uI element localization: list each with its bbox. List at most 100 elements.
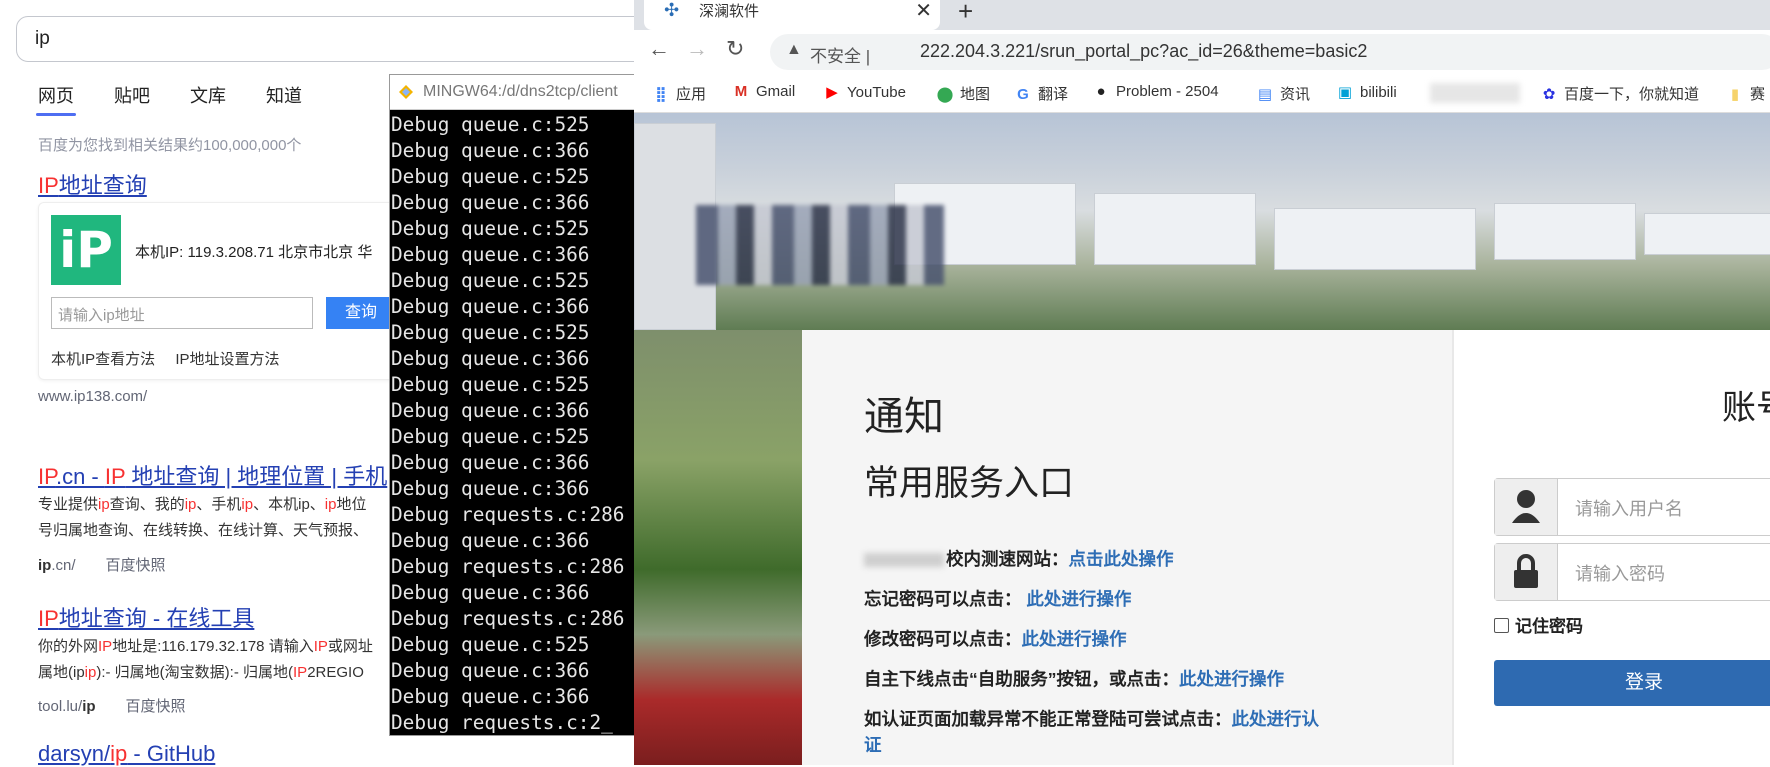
login-title: 账号 [1722, 389, 1770, 427]
title-text: - GitHub [127, 741, 216, 766]
desc-text: ):- 归属地(淘宝数据):- 归属地( [96, 664, 294, 681]
row-text: 自主下线点击“自助服务”按钮，或点击： [864, 669, 1179, 689]
ip-address-input[interactable]: 请输入ip地址 [51, 297, 313, 329]
reload-auth-link-cont[interactable]: 证 [864, 735, 882, 755]
bookmark-label: 百度一下，你就知道 [1564, 86, 1700, 103]
baidu-search-input[interactable]: ip [16, 16, 656, 62]
result-title-ip138[interactable]: IP地址查询 [38, 168, 147, 200]
back-icon[interactable]: ← [648, 36, 670, 62]
link-local-ip-method[interactable]: 本机IP查看方法 [51, 351, 155, 368]
desc-keyword: IP [313, 638, 328, 655]
service-row-reload-cont: 证 [864, 732, 882, 757]
change-password-link[interactable]: 此处进行操作 [1022, 629, 1127, 649]
snapshot-link[interactable]: 百度快照 [106, 557, 166, 574]
bookmark-label: Gmail [756, 83, 796, 100]
terminal-line: Debug queue.c:366 [391, 191, 590, 214]
close-tab-icon[interactable]: ✕ [915, 0, 932, 23]
new-tab-icon[interactable]: + [958, 0, 973, 27]
url-text[interactable]: 222.204.3.221/srun_portal_pc?ac_id=26&th… [920, 41, 1367, 62]
desc-text: 查询、我的 [109, 496, 185, 513]
desc-text: 、本机ip、 [253, 496, 325, 513]
remember-checkbox[interactable] [1494, 618, 1509, 633]
browser-toolbar: ← → ↻ ▲ 不安全 | 222.204.3.221/srun_portal_… [634, 30, 1770, 72]
row-text: 修改密码可以点击： [864, 629, 1022, 649]
login-button[interactable]: 登录 [1494, 660, 1770, 706]
ip-query-button[interactable]: 查询 [326, 297, 396, 329]
bookmark-baidu[interactable]: ✿ 百度一下，你就知道 [1540, 83, 1699, 104]
bookmark-problem[interactable]: ● Problem - 2504 [1092, 83, 1218, 100]
self-logout-link[interactable]: 此处进行操作 [1179, 669, 1284, 689]
terminal-line: Debug queue.c:366 [391, 659, 590, 682]
remember-label: 记住密码 [1515, 617, 1583, 636]
baidu-tabs: 网页 贴吧 文库 知道 [36, 82, 342, 116]
bookmark-maps[interactable]: ⬤ 地图 [936, 83, 990, 104]
obscured-text [864, 553, 944, 568]
result-url-ipcn[interactable]: ip.cn/百度快照 [38, 554, 166, 575]
url-text: tool.lu/ [38, 698, 83, 715]
bookmark-translate[interactable]: G 翻译 [1014, 83, 1068, 104]
local-ip-text: 本机IP: 119.3.208.71 北京市北京 华 [135, 244, 373, 261]
title-keyword: IP [38, 464, 56, 489]
desc-text: 你的外网 [38, 638, 99, 655]
bookmark-label: YouTube [847, 84, 906, 101]
desc-text: 专业提供 [38, 496, 99, 513]
bookmark-apps[interactable]: ⣿ 应用 [652, 83, 706, 104]
speedtest-link[interactable]: 点击此处操作 [1069, 549, 1174, 569]
terminal-line: Debug queue.c:366 [391, 347, 590, 370]
git-bash-icon [399, 85, 413, 99]
link-ip-setup-method[interactable]: IP地址设置方法 [175, 351, 279, 368]
browser-tab[interactable]: ✣ 深澜软件 ✕ [644, 0, 940, 30]
result-title-github[interactable]: darsyn/ip - GitHub [38, 741, 215, 767]
forward-icon[interactable]: → [686, 36, 708, 62]
translate-icon: G [1017, 86, 1029, 103]
password-field[interactable]: 请输入密码 [1494, 543, 1770, 601]
mingw64-terminal[interactable]: MINGW64:/d/dns2tcp/client Debug queue.c:… [389, 74, 636, 736]
campus-banner-image [634, 113, 1770, 330]
url-text: .cn/ [51, 557, 76, 574]
address-bar[interactable]: ▲ 不安全 | 222.204.3.221/srun_portal_pc?ac_… [770, 34, 1770, 70]
result-url-toollu[interactable]: tool.lu/ip 百度快照 [38, 695, 186, 716]
result-title-ipcn[interactable]: IP.cn - IP 地址查询 | 地理位置 | 手机 [38, 459, 387, 491]
tab-tieba[interactable]: 贴吧 [114, 82, 150, 116]
bookmark-folder[interactable]: ▮ 赛 [1726, 83, 1765, 104]
terminal-titlebar[interactable]: MINGW64:/d/dns2tcp/client [390, 75, 635, 110]
terminal-line: Debug queue.c:525 [391, 269, 590, 292]
title-keyword: IP [38, 173, 59, 198]
chrome-window: ✣ 深澜软件 ✕ + ← → ↻ ▲ 不安全 | 222.204.3.221/s… [634, 0, 1770, 765]
reload-icon[interactable]: ↻ [726, 36, 744, 62]
apps-grid-icon: ⣿ [655, 86, 667, 103]
bookmark-youtube[interactable]: ▶ YouTube [823, 83, 906, 101]
remember-password[interactable]: 记住密码 [1494, 612, 1583, 637]
desc-text: 地址是:116.179.32.178 请输入 [112, 638, 314, 655]
service-row-logout: 自主下线点击“自助服务”按钮，或点击：此处进行操作 [864, 666, 1284, 691]
youtube-icon: ▶ [826, 84, 838, 101]
bookmark-label: bilibili [1360, 84, 1397, 101]
terminal-line: Debug queue.c:366 [391, 243, 590, 266]
result-title-toollu[interactable]: IP地址查询 - 在线工具 [38, 601, 254, 633]
username-field[interactable]: 请输入用户名 [1494, 478, 1770, 536]
terminal-line: Debug queue.c:366 [391, 295, 590, 318]
bookmark-bilibili[interactable]: ▣ bilibili [1336, 83, 1397, 101]
tab-web[interactable]: 网页 [36, 82, 76, 116]
map-pin-icon: ⬤ [936, 86, 954, 103]
tab-zhidao[interactable]: 知道 [266, 82, 302, 116]
desc-keyword: ip [184, 496, 197, 513]
ip-card-links: 本机IP查看方法 IP地址设置方法 [51, 348, 296, 369]
notice-title: 通知 [864, 395, 944, 439]
bookmark-label: 应用 [676, 86, 707, 103]
result-url-ip138[interactable]: www.ip138.com/ [38, 388, 147, 405]
reload-auth-link[interactable]: 此处进行认 [1232, 709, 1320, 729]
snapshot-link[interactable]: 百度快照 [126, 698, 186, 715]
forgot-password-link[interactable]: 此处进行操作 [1026, 589, 1131, 609]
desc-keyword: IP [98, 638, 113, 655]
bookmark-news[interactable]: ▤ 资讯 [1256, 83, 1310, 104]
tab-wenku[interactable]: 文库 [190, 82, 226, 116]
terminal-line: Debug requests.c:286 [391, 503, 625, 526]
bookmark-obscured[interactable] [1430, 83, 1520, 103]
row-text: 如认证页面加载异常不能正常登陆可尝试点击： [864, 709, 1232, 729]
result-desc-ipcn: 专业提供ip查询、我的ip、手机ip、本机ip、ip地位 号归属地查询、在线转换… [38, 492, 368, 544]
terminal-line: Debug queue.c:366 [391, 529, 590, 552]
terminal-line: Debug queue.c:366 [391, 581, 590, 604]
bookmark-gmail[interactable]: M Gmail [732, 83, 795, 100]
desc-keyword: ip [84, 664, 97, 681]
